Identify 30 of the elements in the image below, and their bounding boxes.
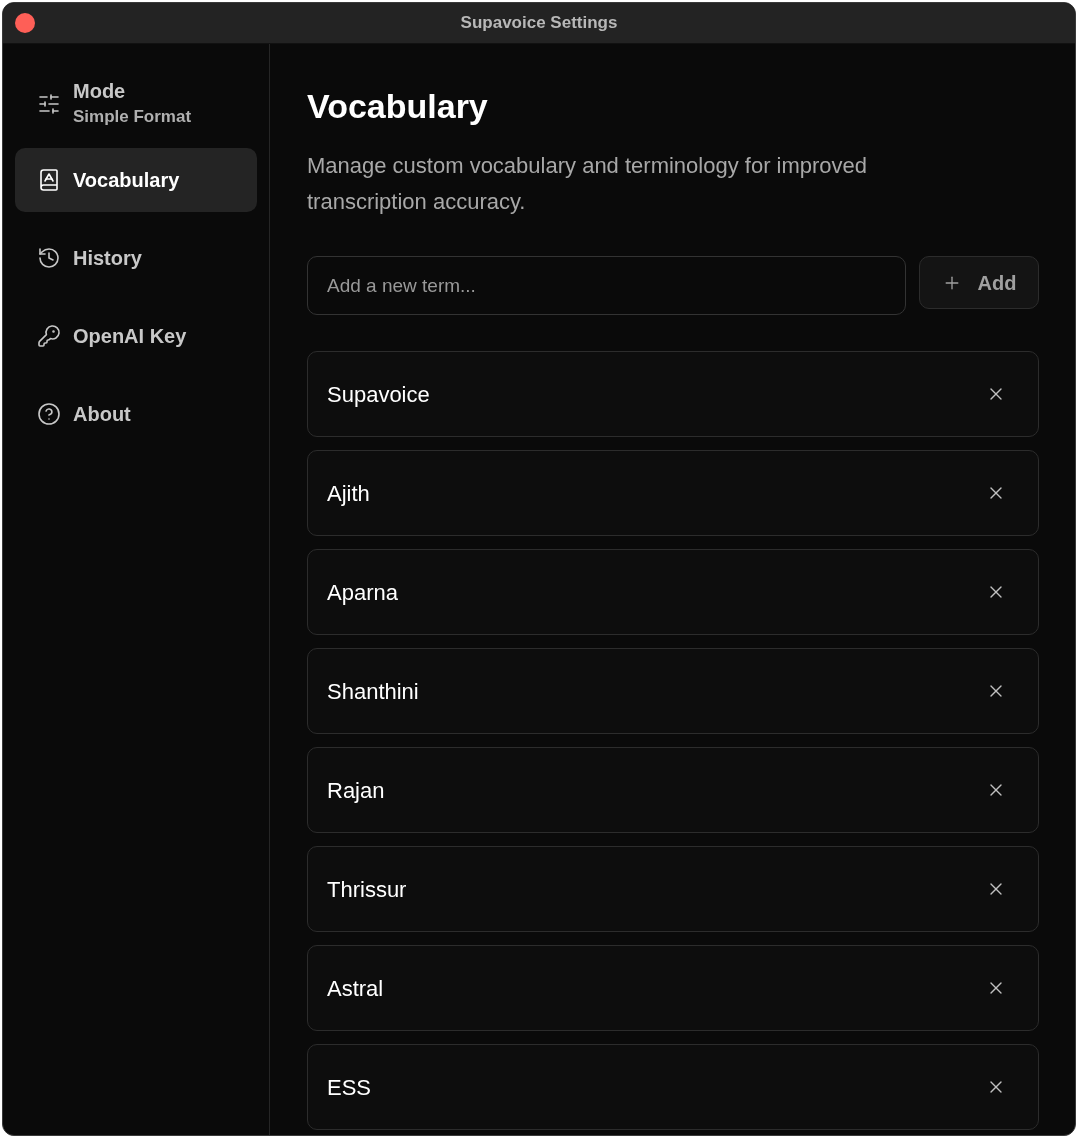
sidebar-item[interactable]: About	[15, 382, 257, 446]
add-button[interactable]: Add	[919, 256, 1039, 309]
sliders-icon	[37, 92, 61, 116]
term-text: Ajith	[327, 479, 370, 508]
term-text: Supavoice	[327, 380, 430, 409]
page-title: Vocabulary	[307, 86, 489, 126]
sidebar-item[interactable]: OpenAI Key	[15, 304, 257, 368]
item-subtitle: Simple Format	[73, 106, 192, 129]
window-title: Supavoice Settings	[460, 12, 618, 35]
sidebar-item[interactable]: Vocabulary	[15, 148, 257, 212]
item-label: Vocabulary	[73, 168, 180, 193]
history-icon	[37, 246, 61, 270]
sidebar-item[interactable]: Mode Simple Format	[15, 74, 257, 134]
term-text: Shanthini	[327, 677, 419, 706]
book-icon	[37, 168, 61, 192]
page-description: Manage custom vocabulary and terminology for improved transcription accuracy.	[307, 152, 869, 216]
item-label: Mode	[73, 79, 127, 105]
item-label: OpenAI Key	[73, 324, 187, 349]
term-text: Aparna	[327, 578, 398, 607]
sidebar-item[interactable]: History	[15, 226, 257, 290]
key-icon	[37, 324, 61, 348]
term-text: Rajan	[327, 776, 385, 805]
help-icon	[37, 402, 61, 426]
item-label: About	[73, 402, 131, 427]
close-window-button[interactable]	[15, 13, 35, 33]
new-term-field[interactable]: Add a new term...	[307, 256, 906, 315]
term-text: Thrissur	[327, 875, 407, 904]
item-label: History	[73, 246, 142, 271]
term-text: ESS	[327, 1073, 372, 1102]
term-text: Astral	[327, 974, 384, 1003]
